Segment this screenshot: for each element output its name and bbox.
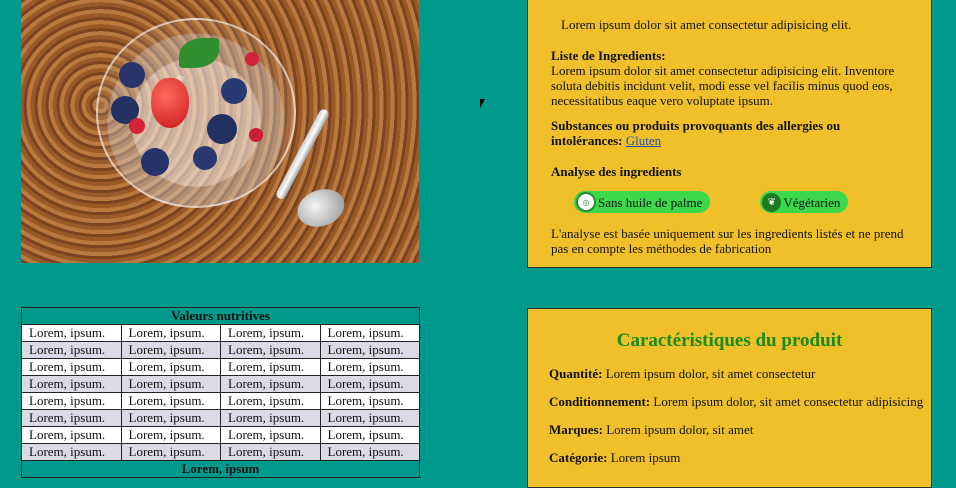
table-cell: Lorem, ipsum. — [319, 375, 420, 393]
table-cell: Lorem, ipsum. — [21, 324, 122, 342]
leaf-icon: ❦ — [762, 192, 782, 212]
table-cell: Lorem, ipsum. — [319, 426, 420, 444]
table-cell: Lorem, ipsum. — [120, 392, 221, 410]
table-row: Lorem, ipsum. Lorem, ipsum. Lorem, ipsum. L… — [21, 358, 420, 376]
table-row: Lorem, ipsum. Lorem, ipsum. Lorem, ipsum. L… — [21, 409, 420, 427]
ingredients-panel: Lorem ipsum dolor sit amet consectetur a… — [527, 0, 932, 268]
table-cell: Lorem, ipsum. — [319, 392, 420, 410]
table-cell: Lorem, ipsum. — [120, 409, 221, 427]
characteristic-value: Lorem ipsum — [610, 450, 681, 465]
table-cell: Lorem, ipsum. — [220, 409, 321, 427]
analysis-note: L'analyse est basée uniquement sur les i… — [551, 226, 904, 256]
table-cell: Lorem, ipsum. — [220, 324, 321, 342]
characteristic-label: Quantité: — [549, 366, 603, 381]
table-cell: Lorem, ipsum. — [220, 392, 321, 410]
table-cell: Lorem, ipsum. — [120, 443, 221, 461]
mouse-cursor-icon — [480, 99, 490, 108]
characteristic-item: Catégorie: Lorem ipsum — [549, 450, 931, 465]
table-row: Lorem, ipsum. Lorem, ipsum. Lorem, ipsum. L… — [21, 324, 420, 342]
redcurrant-image — [245, 52, 259, 66]
characteristic-item: Marques: Lorem ipsum dolor, sit amet — [549, 422, 931, 437]
palm-oil-free-badge[interactable]: ◎ Sans huile de palme — [574, 191, 711, 213]
blueberry-image — [119, 62, 145, 88]
table-cell: Lorem, ipsum. — [21, 392, 122, 410]
table-row: Lorem, ipsum. Lorem, ipsum. Lorem, ipsum. L… — [21, 392, 420, 410]
badge-label: Sans huile de palme — [598, 194, 703, 210]
ingredients-intro: Lorem ipsum dolor sit amet consectetur a… — [561, 17, 852, 32]
table-cell: Lorem, ipsum. — [120, 375, 221, 393]
vegetarian-badge[interactable]: ❦ Végétarien — [760, 191, 849, 213]
characteristic-label: Marques: — [549, 422, 603, 437]
table-cell: Lorem, ipsum. — [220, 375, 321, 393]
characteristics-list: Quantité: Lorem ipsum dolor, sit amet co… — [549, 366, 931, 465]
product-photo — [21, 0, 419, 263]
table-cell: Lorem, ipsum. — [21, 341, 122, 359]
spoon-image — [292, 182, 350, 234]
analysis-badges: ◎ Sans huile de palme ❦ Végétarien — [574, 191, 909, 213]
ingredients-list-text: Lorem ipsum dolor sit amet consectetur a… — [551, 63, 895, 108]
table-cell: Lorem, ipsum. — [319, 443, 420, 461]
ingredients-list-heading: Liste de Ingredients: — [551, 48, 666, 63]
characteristic-value: Lorem ipsum dolor, sit amet consectetur … — [653, 394, 924, 409]
characteristic-item: Conditionnement: Lorem ipsum dolor, sit … — [549, 394, 931, 409]
nutrition-table-footer: Lorem, ipsum — [21, 460, 420, 478]
table-row: Lorem, ipsum. Lorem, ipsum. Lorem, ipsum. L… — [21, 443, 420, 461]
blueberry-image — [141, 148, 169, 176]
table-cell: Lorem, ipsum. — [120, 426, 221, 444]
nutrition-table: Valeurs nutritives Lorem, ipsum. Lorem, i… — [21, 307, 420, 478]
table-cell: Lorem, ipsum. — [220, 358, 321, 376]
table-cell: Lorem, ipsum. — [21, 375, 122, 393]
table-row: Lorem, ipsum. Lorem, ipsum. Lorem, ipsum. L… — [21, 341, 420, 359]
table-cell: Lorem, ipsum. — [21, 409, 122, 427]
table-cell: Lorem, ipsum. — [21, 358, 122, 376]
redcurrant-image — [129, 118, 145, 134]
characteristic-value: Lorem ipsum dolor, sit amet — [606, 422, 754, 437]
characteristic-item: Quantité: Lorem ipsum dolor, sit amet co… — [549, 366, 931, 381]
allergens-line: Substances ou produits provoquants des a… — [551, 118, 909, 148]
table-cell: Lorem, ipsum. — [220, 341, 321, 359]
table-cell: Lorem, ipsum. — [120, 358, 221, 376]
table-cell: Lorem, ipsum. — [220, 426, 321, 444]
table-cell: Lorem, ipsum. — [120, 324, 221, 342]
characteristic-value: Lorem ipsum dolor, sit amet consectetur — [605, 366, 816, 381]
characteristic-label: Catégorie: — [549, 450, 608, 465]
badge-label: Végétarien — [783, 194, 841, 210]
analysis-heading: Analyse des ingredients — [551, 164, 682, 179]
table-cell: Lorem, ipsum. — [120, 341, 221, 359]
table-row: Lorem, ipsum. Lorem, ipsum. Lorem, ipsum. L… — [21, 375, 420, 393]
table-cell: Lorem, ipsum. — [319, 324, 420, 342]
palm-oil-free-icon: ◎ — [576, 192, 596, 212]
characteristic-label: Conditionnement: — [549, 394, 651, 409]
nutrition-table-title: Valeurs nutritives — [21, 307, 420, 325]
table-cell: Lorem, ipsum. — [220, 443, 321, 461]
table-cell: Lorem, ipsum. — [21, 443, 122, 461]
blueberry-image — [207, 114, 237, 144]
characteristics-title: Caractéristiques du produit — [616, 330, 843, 351]
table-cell: Lorem, ipsum. — [319, 358, 420, 376]
characteristics-panel: Caractéristiques du produit Quantité: Lo… — [527, 308, 932, 488]
blueberry-image — [221, 78, 247, 104]
table-cell: Lorem, ipsum. — [319, 341, 420, 359]
table-row: Lorem, ipsum. Lorem, ipsum. Lorem, ipsum. L… — [21, 426, 420, 444]
table-cell: Lorem, ipsum. — [319, 409, 420, 427]
strawberry-image — [151, 78, 189, 128]
allergens-heading: Substances ou produits provoquants des a… — [551, 118, 841, 148]
gluten-link[interactable]: Gluten — [626, 133, 661, 148]
table-cell: Lorem, ipsum. — [21, 426, 122, 444]
blueberry-image — [193, 146, 217, 170]
redcurrant-image — [249, 128, 263, 142]
